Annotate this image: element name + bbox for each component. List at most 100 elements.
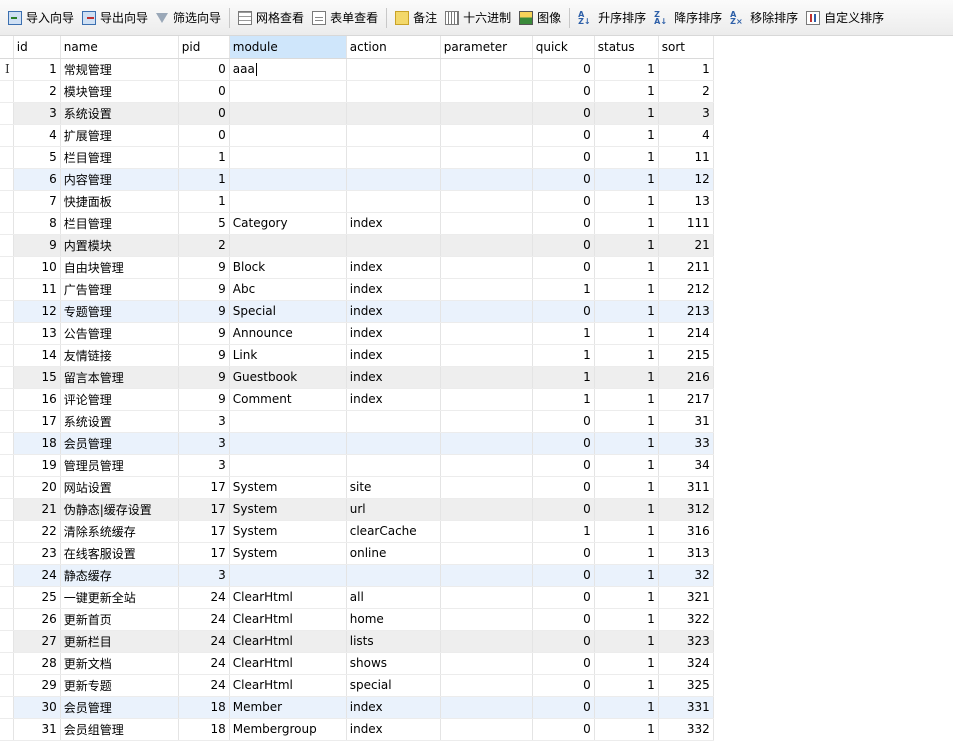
cell-sort[interactable]: 312: [658, 498, 714, 521]
cell-pid[interactable]: 0: [178, 124, 230, 147]
cell-pid[interactable]: 5: [178, 212, 230, 235]
cell-module[interactable]: ClearHtml: [229, 586, 347, 609]
row-indicator[interactable]: [0, 630, 14, 653]
cell-module[interactable]: [229, 80, 347, 103]
cell-action[interactable]: index: [346, 696, 441, 719]
table-row[interactable]: 20 网站设置 17 System site 0 1 311: [0, 476, 714, 499]
cell-name[interactable]: 内容管理: [60, 168, 179, 191]
cell-action[interactable]: [346, 58, 441, 81]
cell-module[interactable]: [229, 432, 347, 455]
cell-status[interactable]: 1: [594, 454, 659, 477]
cell-id[interactable]: 5: [13, 146, 61, 169]
cell-quick[interactable]: 0: [532, 300, 595, 323]
cell-action[interactable]: index: [346, 278, 441, 301]
cell-id[interactable]: 27: [13, 630, 61, 653]
cell-pid[interactable]: 1: [178, 146, 230, 169]
cell-module[interactable]: System: [229, 476, 347, 499]
cell-module[interactable]: Abc: [229, 278, 347, 301]
cell-parameter[interactable]: [440, 454, 533, 477]
cell-sort[interactable]: 313: [658, 542, 714, 565]
cell-id[interactable]: 30: [13, 696, 61, 719]
cell-quick[interactable]: 1: [532, 520, 595, 543]
cell-status[interactable]: 1: [594, 674, 659, 697]
cell-parameter[interactable]: [440, 366, 533, 389]
cell-parameter[interactable]: [440, 696, 533, 719]
cell-status[interactable]: 1: [594, 476, 659, 499]
cell-name[interactable]: 管理员管理: [60, 454, 179, 477]
cell-quick[interactable]: 0: [532, 498, 595, 521]
cell-quick[interactable]: 0: [532, 608, 595, 631]
cell-status[interactable]: 1: [594, 564, 659, 587]
row-indicator[interactable]: [0, 718, 14, 741]
cell-status[interactable]: 1: [594, 300, 659, 323]
cell-id[interactable]: 31: [13, 718, 61, 741]
cell-sort[interactable]: 12: [658, 168, 714, 191]
cell-quick[interactable]: 1: [532, 278, 595, 301]
cell-parameter[interactable]: [440, 58, 533, 81]
cell-quick[interactable]: 1: [532, 344, 595, 367]
cell-name[interactable]: 系统设置: [60, 410, 179, 433]
row-indicator[interactable]: [0, 80, 14, 103]
cell-parameter[interactable]: [440, 190, 533, 213]
cell-module[interactable]: [229, 410, 347, 433]
cell-module[interactable]: Link: [229, 344, 347, 367]
table-row[interactable]: I 1 常规管理 0 aaa 0 1 1: [0, 58, 714, 81]
cell-parameter[interactable]: [440, 344, 533, 367]
cell-action[interactable]: [346, 146, 441, 169]
form-view-button[interactable]: 表单查看: [308, 6, 382, 30]
import-wizard-button[interactable]: 导入向导: [4, 6, 78, 30]
cell-sort[interactable]: 332: [658, 718, 714, 741]
cell-pid[interactable]: 17: [178, 520, 230, 543]
row-indicator[interactable]: I: [0, 58, 14, 81]
row-indicator[interactable]: [0, 366, 14, 389]
cell-id[interactable]: 16: [13, 388, 61, 411]
cell-sort[interactable]: 217: [658, 388, 714, 411]
cell-id[interactable]: 14: [13, 344, 61, 367]
cell-quick[interactable]: 0: [532, 586, 595, 609]
cell-module[interactable]: Membergroup: [229, 718, 347, 741]
cell-module[interactable]: [229, 454, 347, 477]
cell-status[interactable]: 1: [594, 322, 659, 345]
table-row[interactable]: 3 系统设置 0 0 1 3: [0, 102, 714, 125]
cell-sort[interactable]: 34: [658, 454, 714, 477]
cell-id[interactable]: 4: [13, 124, 61, 147]
cell-status[interactable]: 1: [594, 102, 659, 125]
cell-name[interactable]: 栏目管理: [60, 146, 179, 169]
row-indicator[interactable]: [0, 146, 14, 169]
cell-status[interactable]: 1: [594, 212, 659, 235]
cell-parameter[interactable]: [440, 168, 533, 191]
cell-module[interactable]: [229, 190, 347, 213]
cell-quick[interactable]: 0: [532, 564, 595, 587]
column-header-quick[interactable]: quick: [532, 36, 595, 59]
table-row[interactable]: 30 会员管理 18 Member index 0 1 331: [0, 696, 714, 719]
cell-pid[interactable]: 17: [178, 542, 230, 565]
note-button[interactable]: 备注: [391, 6, 441, 30]
cell-quick[interactable]: 0: [532, 234, 595, 257]
table-row[interactable]: 22 清除系统缓存 17 System clearCache 1 1 316: [0, 520, 714, 543]
cell-module[interactable]: ClearHtml: [229, 608, 347, 631]
cell-id[interactable]: 10: [13, 256, 61, 279]
table-row[interactable]: 12 专题管理 9 Special index 0 1 213: [0, 300, 714, 323]
cell-name[interactable]: 更新首页: [60, 608, 179, 631]
cell-quick[interactable]: 0: [532, 102, 595, 125]
cell-id[interactable]: 21: [13, 498, 61, 521]
cell-pid[interactable]: 0: [178, 80, 230, 103]
cell-action[interactable]: lists: [346, 630, 441, 653]
table-row[interactable]: 7 快捷面板 1 0 1 13: [0, 190, 714, 213]
cell-id[interactable]: 18: [13, 432, 61, 455]
cell-status[interactable]: 1: [594, 58, 659, 81]
cell-sort[interactable]: 324: [658, 652, 714, 675]
row-indicator[interactable]: [0, 586, 14, 609]
table-row[interactable]: 15 留言本管理 9 Guestbook index 1 1 216: [0, 366, 714, 389]
row-indicator[interactable]: [0, 278, 14, 301]
cell-status[interactable]: 1: [594, 234, 659, 257]
row-indicator[interactable]: [0, 300, 14, 323]
cell-sort[interactable]: 21: [658, 234, 714, 257]
cell-status[interactable]: 1: [594, 256, 659, 279]
column-header-status[interactable]: status: [594, 36, 659, 59]
table-row[interactable]: 26 更新首页 24 ClearHtml home 0 1 322: [0, 608, 714, 631]
cell-quick[interactable]: 0: [532, 168, 595, 191]
cell-pid[interactable]: 17: [178, 498, 230, 521]
row-indicator[interactable]: [0, 256, 14, 279]
cell-sort[interactable]: 323: [658, 630, 714, 653]
